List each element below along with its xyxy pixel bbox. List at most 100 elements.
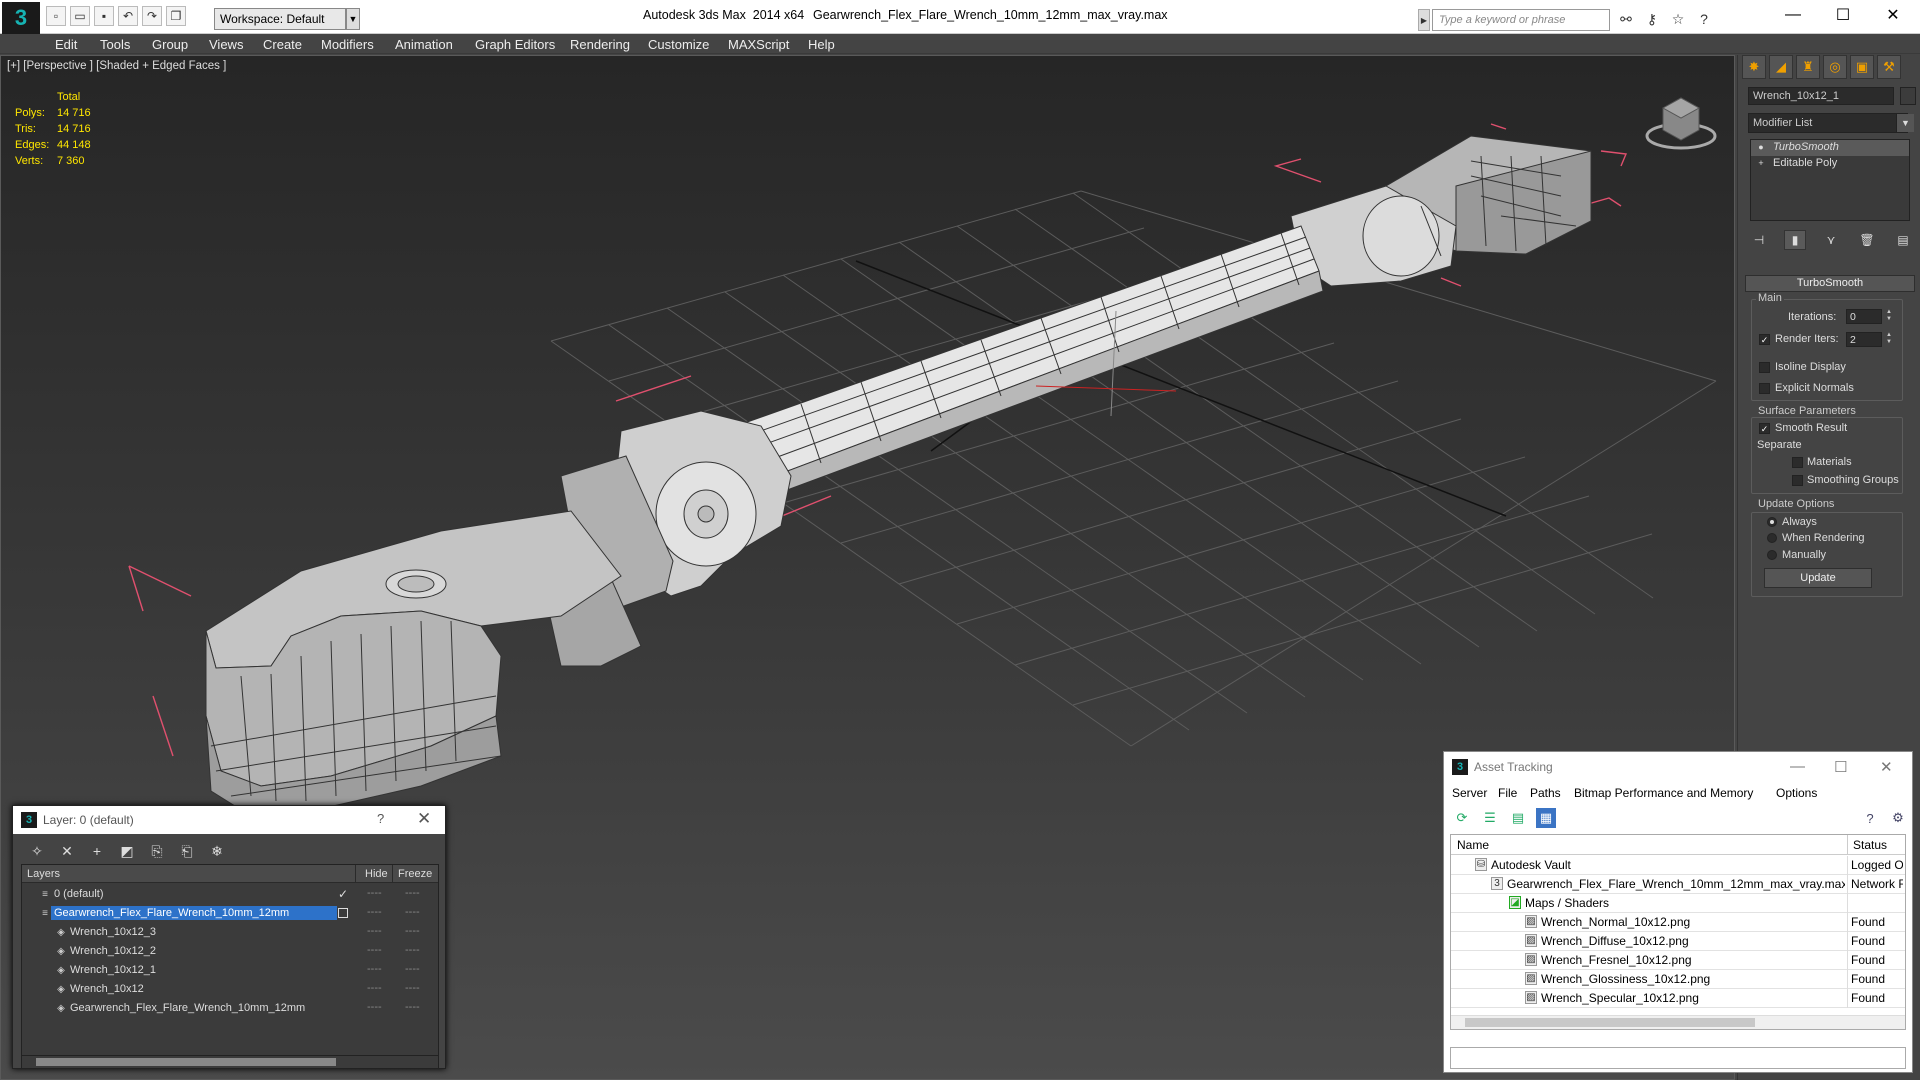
create-icon[interactable]: ✸: [1742, 55, 1766, 79]
settings-icon[interactable]: ⚙: [1888, 808, 1908, 828]
lightbulb-icon[interactable]: ●: [1757, 142, 1765, 152]
scrollbar-thumb[interactable]: [36, 1058, 336, 1066]
column-hide[interactable]: Hide: [365, 868, 388, 880]
help-icon[interactable]: ?: [1860, 808, 1880, 828]
check-icon[interactable]: ✓: [338, 887, 348, 901]
menu-edit[interactable]: Edit: [55, 37, 77, 52]
search-input[interactable]: Type a keyword or phrase: [1432, 9, 1610, 31]
object-name-field[interactable]: Wrench_10x12_1: [1748, 87, 1894, 105]
make-unique-icon[interactable]: ⋎: [1820, 230, 1842, 250]
asset-menu-paths[interactable]: Paths: [1530, 786, 1561, 800]
viewcube-icon[interactable]: [1641, 86, 1721, 156]
key-icon[interactable]: ⚷: [1642, 9, 1662, 29]
menu-group[interactable]: Group: [152, 37, 188, 52]
menu-views[interactable]: Views: [209, 37, 243, 52]
column-name[interactable]: Name: [1457, 838, 1489, 852]
layer-row[interactable]: ◈ Gearwrench_Flex_Flare_Wrench_10mm_12mm…: [22, 999, 438, 1018]
asset-menu-file[interactable]: File: [1498, 786, 1517, 800]
horizontal-scrollbar[interactable]: [1451, 1015, 1905, 1029]
turbosmooth-rollout-header[interactable]: TurboSmooth: [1745, 275, 1915, 292]
select-layer-icon[interactable]: ◩: [117, 841, 137, 861]
maximize-icon[interactable]: ☐: [1818, 0, 1868, 30]
close-icon[interactable]: ✕: [417, 809, 431, 829]
create-layer-icon[interactable]: ✧: [27, 841, 47, 861]
minimize-icon[interactable]: —: [1768, 0, 1818, 30]
project-icon[interactable]: ❐: [166, 6, 186, 26]
viewport-label[interactable]: [+] [Perspective ] [Shaded + Edged Faces…: [7, 60, 226, 72]
column-status[interactable]: Status: [1853, 838, 1887, 852]
chevron-down-icon[interactable]: ▼: [1896, 114, 1914, 132]
smooth-result-checkbox[interactable]: ✓: [1759, 423, 1770, 434]
asset-row[interactable]: ▨ Wrench_Glossiness_10x12.png Found: [1451, 970, 1905, 989]
display-icon[interactable]: ▣: [1850, 55, 1874, 79]
hide-all-icon[interactable]: ⎗: [177, 841, 197, 861]
layer-row[interactable]: ◈ Wrench_10x12 ---- ----: [22, 980, 438, 999]
chevron-down-icon[interactable]: ▼: [346, 8, 360, 30]
iterations-spinner[interactable]: 0: [1846, 309, 1882, 324]
render-iters-checkbox[interactable]: ✓: [1759, 334, 1770, 345]
layer-row[interactable]: ◈ Wrench_10x12_2 ---- ----: [22, 942, 438, 961]
column-freeze[interactable]: Freeze: [398, 868, 432, 880]
layer-row[interactable]: ◈ Wrench_10x12_1 ---- ----: [22, 961, 438, 980]
open-icon[interactable]: ▭: [70, 6, 90, 26]
freeze-all-icon[interactable]: ❄: [207, 841, 227, 861]
object-color-swatch[interactable]: [1900, 87, 1916, 105]
isoline-checkbox[interactable]: [1759, 362, 1770, 373]
utilities-icon[interactable]: ⚒: [1877, 55, 1901, 79]
scrollbar-thumb[interactable]: [1465, 1018, 1755, 1027]
column-layers[interactable]: Layers: [27, 868, 60, 880]
binoculars-icon[interactable]: ⚯: [1616, 9, 1636, 29]
explicit-normals-checkbox[interactable]: [1759, 383, 1770, 394]
workspace-dropdown[interactable]: Workspace: Default: [214, 8, 346, 30]
stack-item-turbosmooth[interactable]: ● TurboSmooth: [1751, 140, 1909, 156]
search-expand-icon[interactable]: ▶: [1418, 9, 1430, 31]
menu-help[interactable]: Help: [808, 37, 835, 52]
asset-menu-options[interactable]: Options: [1776, 786, 1817, 800]
app-logo-icon[interactable]: 3: [2, 2, 40, 34]
asset-row[interactable]: ▨ Wrench_Normal_10x12.png Found: [1451, 913, 1905, 932]
layer-row[interactable]: ≡ Gearwrench_Flex_Flare_Wrench_10mm_12mm…: [22, 904, 438, 923]
pin-stack-icon[interactable]: ⊣: [1748, 230, 1770, 250]
undo-icon[interactable]: ↶: [118, 6, 138, 26]
menu-modifiers[interactable]: Modifiers: [321, 37, 374, 52]
menu-customize[interactable]: Customize: [648, 37, 709, 52]
stack-item-editable-poly[interactable]: + Editable Poly: [1751, 156, 1909, 172]
asset-row[interactable]: ◪ Maps / Shaders: [1451, 894, 1905, 913]
table-view-icon[interactable]: ▦: [1536, 808, 1556, 828]
menu-animation[interactable]: Animation: [395, 37, 453, 52]
maximize-icon[interactable]: ☐: [1834, 758, 1847, 776]
spinner-arrows-icon[interactable]: ▲ ▼: [1884, 309, 1894, 324]
asset-row[interactable]: ▨ Wrench_Fresnel_10x12.png Found: [1451, 951, 1905, 970]
details-view-icon[interactable]: ▤: [1508, 808, 1528, 828]
hierarchy-icon[interactable]: ♜: [1796, 55, 1820, 79]
delete-layer-icon[interactable]: ✕: [57, 841, 77, 861]
star-icon[interactable]: ☆: [1668, 9, 1688, 29]
asset-row[interactable]: ▨ Wrench_Diffuse_10x12.png Found: [1451, 932, 1905, 951]
asset-path-field[interactable]: [1450, 1047, 1906, 1069]
menu-rendering[interactable]: Rendering: [570, 37, 630, 52]
when-rendering-radio[interactable]: [1767, 533, 1777, 543]
materials-checkbox[interactable]: [1792, 457, 1803, 468]
update-button[interactable]: Update: [1764, 568, 1872, 588]
layer-row[interactable]: ≡ 0 (default) ✓ ---- ----: [22, 885, 438, 904]
show-end-result-icon[interactable]: ▮: [1784, 230, 1806, 250]
layer-dialog-titlebar[interactable]: 3 Layer: 0 (default) ? ✕: [13, 806, 445, 834]
help-icon[interactable]: ?: [1694, 9, 1714, 29]
asset-row[interactable]: 3 Gearwrench_Flex_Flare_Wrench_10mm_12mm…: [1451, 875, 1905, 894]
save-icon[interactable]: ▪: [94, 6, 114, 26]
new-icon[interactable]: ▫: [46, 6, 66, 26]
manually-radio[interactable]: [1767, 550, 1777, 560]
list-view-icon[interactable]: ☰: [1480, 808, 1500, 828]
always-radio[interactable]: [1767, 517, 1777, 527]
asset-row[interactable]: ▨ Wrench_Specular_10x12.png Found: [1451, 989, 1905, 1008]
current-layer-toggle-icon[interactable]: [338, 908, 348, 918]
menu-create[interactable]: Create: [263, 37, 302, 52]
asset-row[interactable]: ⛁ Autodesk Vault Logged O: [1451, 856, 1905, 875]
smoothing-groups-checkbox[interactable]: [1792, 475, 1803, 486]
spinner-arrows-icon[interactable]: ▲ ▼: [1884, 332, 1894, 347]
modifier-list-dropdown[interactable]: Modifier List: [1748, 113, 1908, 133]
asset-dialog-titlebar[interactable]: 3 Asset Tracking — ☐ ✕: [1444, 752, 1912, 782]
configure-sets-icon[interactable]: ▤: [1892, 230, 1914, 250]
minimize-icon[interactable]: —: [1790, 758, 1805, 775]
help-icon[interactable]: ?: [377, 811, 384, 826]
